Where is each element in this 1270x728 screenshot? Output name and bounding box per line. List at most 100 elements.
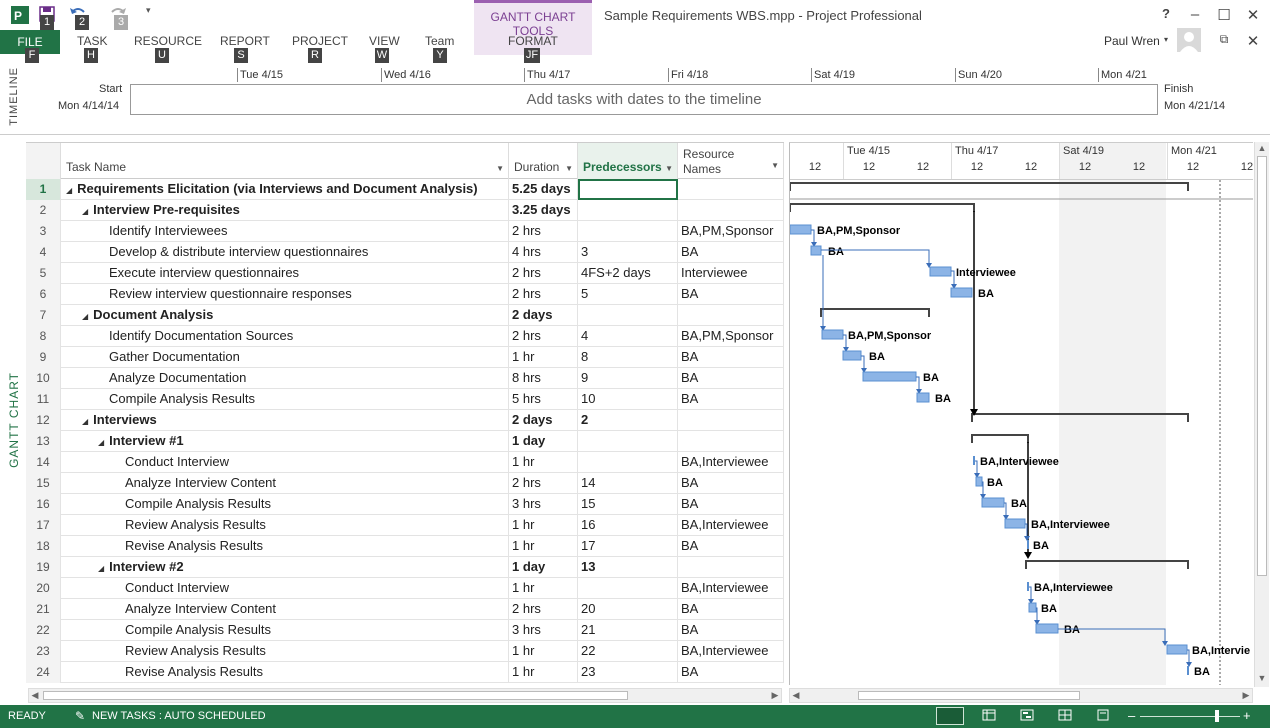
task-name-cell[interactable]: Analyze Interview Content (61, 473, 509, 494)
resource-names-cell[interactable]: BA,Interviewee (678, 515, 784, 536)
table-row[interactable]: 3 Identify Interviewees 2 hrs BA,PM,Sponsor (26, 221, 784, 242)
duration-cell[interactable]: 2 hrs (509, 326, 578, 347)
row-id[interactable]: 22 (26, 620, 61, 641)
tab-report[interactable]: REPORT (220, 34, 270, 48)
duration-cell[interactable]: 2 hrs (509, 473, 578, 494)
scroll-left-icon[interactable]: ◀ (29, 689, 41, 702)
resource-names-cell[interactable]: BA (678, 599, 784, 620)
duration-cell[interactable]: 1 hr (509, 662, 578, 683)
resource-names-cell[interactable] (678, 431, 784, 452)
user-name[interactable]: Paul Wren (1104, 34, 1160, 48)
gantt-view-icon[interactable] (936, 707, 964, 725)
table-row[interactable]: 21 Analyze Interview Content 2 hrs 20 BA (26, 599, 784, 620)
table-row[interactable]: 22 Compile Analysis Results 3 hrs 21 BA (26, 620, 784, 641)
duration-cell[interactable]: 3 hrs (509, 494, 578, 515)
table-row[interactable]: 20 Conduct Interview 1 hr BA,Interviewee (26, 578, 784, 599)
row-id[interactable]: 5 (26, 263, 61, 284)
table-row[interactable]: 12 ◢ Interviews 2 days 2 (26, 410, 784, 431)
resource-names-cell[interactable]: Interviewee (678, 263, 784, 284)
predecessors-cell[interactable] (578, 452, 678, 473)
resource-names-cell[interactable] (678, 179, 784, 200)
resource-sheet-view-icon[interactable] (1058, 709, 1074, 723)
tab-resource[interactable]: RESOURCE (134, 34, 202, 48)
resource-names-cell[interactable]: BA,Interviewee (678, 641, 784, 662)
help-icon[interactable]: ? (1156, 6, 1176, 21)
predecessors-cell[interactable] (578, 200, 678, 221)
resource-names-cell[interactable]: BA,Interviewee (678, 578, 784, 599)
column-header-resource-names[interactable]: Resource Names ▼ (678, 143, 784, 179)
task-name-cell[interactable]: Identify Documentation Sources (61, 326, 509, 347)
predecessors-cell[interactable] (578, 305, 678, 326)
close-icon[interactable]: ✕ (1243, 6, 1263, 24)
tab-format[interactable]: FORMAT (508, 34, 558, 48)
task-name-cell[interactable]: Conduct Interview (61, 578, 509, 599)
task-name-cell[interactable]: Review Analysis Results (61, 641, 509, 662)
task-name-cell[interactable]: Compile Analysis Results (61, 494, 509, 515)
duration-cell[interactable]: 2 hrs (509, 221, 578, 242)
grid-horizontal-scrollbar[interactable]: ◀ ▶ (28, 688, 782, 703)
resource-names-cell[interactable] (678, 200, 784, 221)
table-row[interactable]: 10 Analyze Documentation 8 hrs 9 BA (26, 368, 784, 389)
predecessors-cell[interactable] (578, 431, 678, 452)
duration-cell[interactable]: 2 days (509, 305, 578, 326)
duration-cell[interactable]: 3 hrs (509, 620, 578, 641)
table-row[interactable]: 2 ◢ Interview Pre-requisites 3.25 days (26, 200, 784, 221)
row-id[interactable]: 1 (26, 179, 61, 200)
table-row[interactable]: 11 Compile Analysis Results 5 hrs 10 BA (26, 389, 784, 410)
row-id[interactable]: 8 (26, 326, 61, 347)
duration-cell[interactable]: 5.25 days (509, 179, 578, 200)
row-id[interactable]: 23 (26, 641, 61, 662)
duration-cell[interactable]: 1 hr (509, 641, 578, 662)
predecessors-cell[interactable] (578, 221, 678, 242)
grid-scroll-thumb[interactable] (43, 691, 628, 700)
predecessors-cell[interactable]: 20 (578, 599, 678, 620)
row-id[interactable]: 10 (26, 368, 61, 389)
predecessors-cell[interactable]: 15 (578, 494, 678, 515)
collapse-triangle-icon[interactable]: ◢ (66, 181, 72, 200)
resource-names-cell[interactable]: BA (678, 284, 784, 305)
resource-names-cell[interactable]: BA (678, 662, 784, 683)
duration-cell[interactable]: 2 hrs (509, 263, 578, 284)
row-id[interactable]: 6 (26, 284, 61, 305)
resource-names-cell[interactable]: BA,PM,Sponsor (678, 221, 784, 242)
resource-names-cell[interactable]: BA (678, 473, 784, 494)
resource-names-cell[interactable]: BA,Interviewee (678, 452, 784, 473)
row-id[interactable]: 21 (26, 599, 61, 620)
row-id[interactable]: 7 (26, 305, 61, 326)
predecessors-cell[interactable] (578, 179, 678, 200)
user-menu-chevron-icon[interactable]: ▾ (1164, 35, 1168, 44)
table-row[interactable]: 14 Conduct Interview 1 hr BA,Interviewee (26, 452, 784, 473)
duration-cell[interactable]: 1 day (509, 557, 578, 578)
project-app-icon[interactable]: P (10, 5, 30, 25)
scroll-down-icon[interactable]: ▼ (1256, 672, 1268, 685)
row-id[interactable]: 13 (26, 431, 61, 452)
row-id[interactable]: 2 (26, 200, 61, 221)
row-id[interactable]: 17 (26, 515, 61, 536)
row-id[interactable]: 16 (26, 494, 61, 515)
duration-cell[interactable]: 5 hrs (509, 389, 578, 410)
resource-names-cell[interactable]: BA (678, 620, 784, 641)
status-new-tasks[interactable]: NEW TASKS : AUTO SCHEDULED (92, 710, 266, 722)
resource-names-cell[interactable] (678, 305, 784, 326)
new-tasks-icon[interactable]: ✎ (75, 709, 91, 723)
zoom-slider-thumb[interactable] (1215, 710, 1219, 722)
table-row[interactable]: 16 Compile Analysis Results 3 hrs 15 BA (26, 494, 784, 515)
task-name-cell[interactable]: ◢ Interviews (61, 410, 509, 431)
predecessors-cell[interactable]: 8 (578, 347, 678, 368)
chart-horizontal-scrollbar[interactable]: ◀ ▶ (789, 688, 1253, 703)
task-name-cell[interactable]: ◢ Interview #2 (61, 557, 509, 578)
scroll-up-icon[interactable]: ▲ (1256, 142, 1268, 155)
select-all-corner[interactable] (26, 143, 61, 179)
resource-names-cell[interactable]: BA,PM,Sponsor (678, 326, 784, 347)
zoom-in-icon[interactable]: + (1243, 708, 1251, 723)
team-planner-view-icon[interactable] (1020, 709, 1036, 723)
task-name-cell[interactable]: Gather Documentation (61, 347, 509, 368)
row-id[interactable]: 15 (26, 473, 61, 494)
zoom-slider-track[interactable] (1140, 716, 1240, 717)
duration-cell[interactable]: 4 hrs (509, 242, 578, 263)
duration-cell[interactable]: 1 hr (509, 536, 578, 557)
table-row[interactable]: 23 Review Analysis Results 1 hr 22 BA,Interv… (26, 641, 784, 662)
scroll-left-icon[interactable]: ◀ (790, 689, 802, 702)
predecessors-cell[interactable]: 21 (578, 620, 678, 641)
task-name-cell[interactable]: ◢ Interview #1 (61, 431, 509, 452)
